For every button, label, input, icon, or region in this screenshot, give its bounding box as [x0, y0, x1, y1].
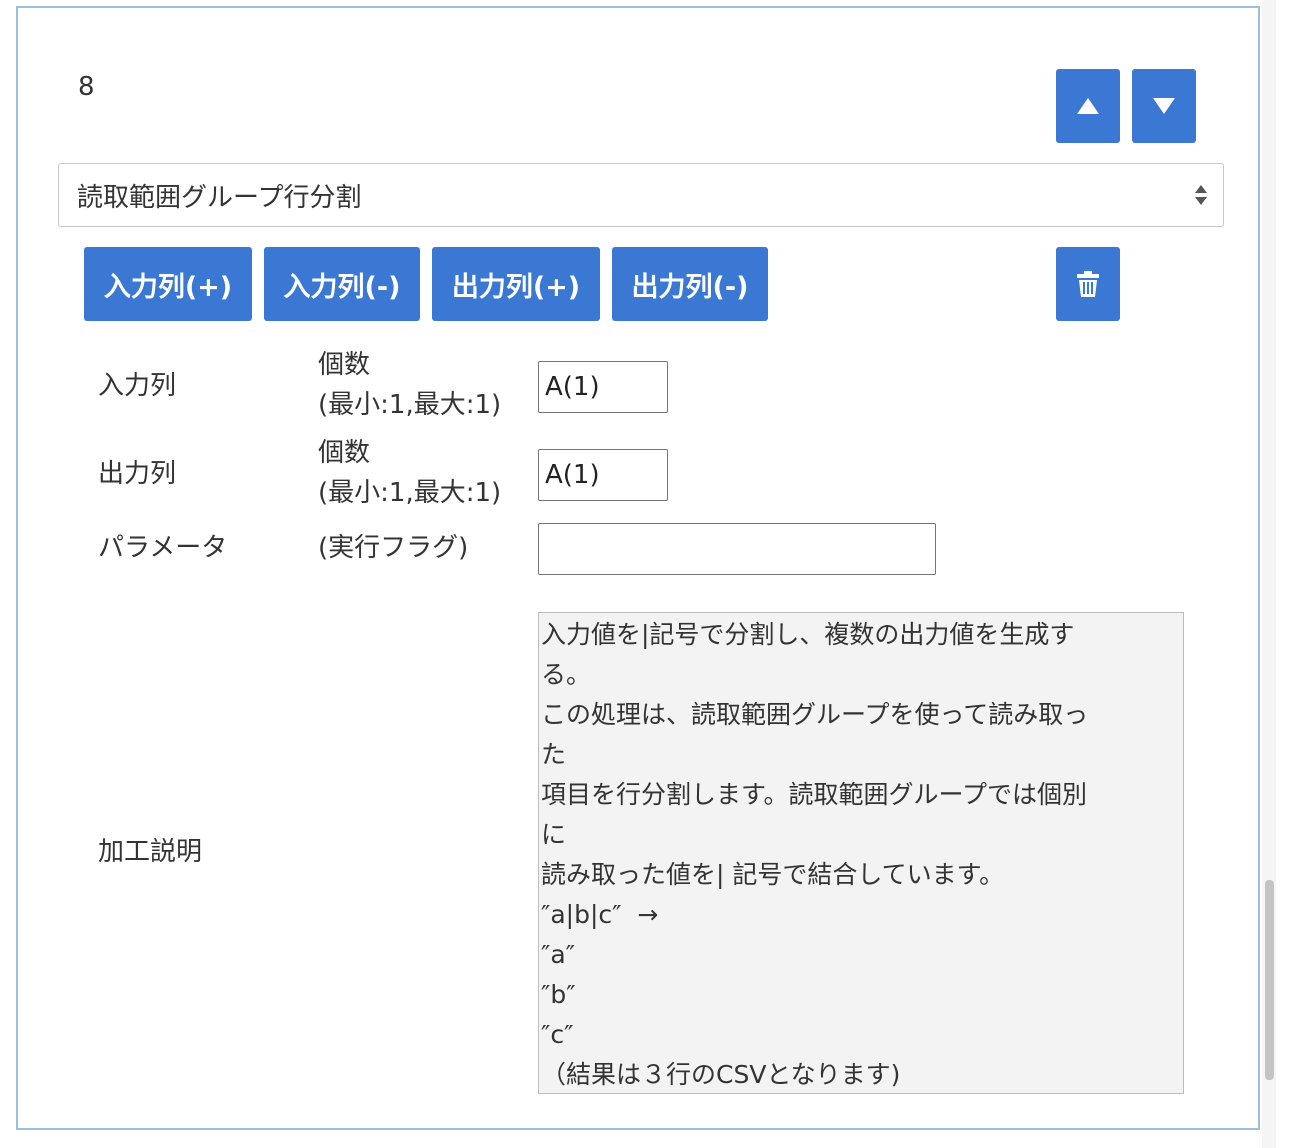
add-input-column-button[interactable]: 入力列(+)	[84, 247, 252, 321]
step-number: 8	[78, 72, 95, 102]
parameter-label: パラメータ	[98, 533, 228, 563]
output-column-count-label: 個数	[318, 438, 371, 468]
select-arrows-icon	[1195, 185, 1207, 205]
remove-input-column-button[interactable]: 入力列(-)	[264, 247, 420, 321]
parameter-sub-label: (実行フラグ)	[318, 533, 469, 563]
input-column-count-label: 個数	[318, 350, 371, 380]
move-up-button[interactable]	[1056, 69, 1120, 143]
output-column-label: 出力列	[98, 459, 177, 489]
input-column-label: 入力列	[98, 371, 177, 401]
move-down-button[interactable]	[1132, 69, 1196, 143]
description-textarea[interactable]: 入力値を|記号で分割し、複数の出力値を生成す る。 この処理は、読取範囲グループ…	[538, 612, 1184, 1094]
add-output-column-button[interactable]: 出力列(+)	[432, 247, 600, 321]
delete-step-button[interactable]	[1056, 247, 1120, 321]
parameter-input[interactable]	[538, 523, 936, 575]
input-column-field[interactable]	[538, 361, 668, 413]
trash-icon	[1077, 271, 1099, 297]
input-column-range-label: (最小:1,最大:1)	[318, 390, 502, 420]
remove-output-column-button[interactable]: 出力列(-)	[612, 247, 768, 321]
process-type-select[interactable]: 読取範囲グループ行分割	[58, 163, 1224, 227]
triangle-down-icon	[1153, 98, 1175, 114]
process-type-value: 読取範囲グループ行分割	[77, 182, 362, 213]
output-column-field[interactable]	[538, 449, 668, 501]
output-column-range-label: (最小:1,最大:1)	[318, 478, 502, 508]
triangle-up-icon	[1077, 98, 1099, 114]
scrollbar-thumb[interactable]	[1265, 880, 1274, 1080]
description-label: 加工説明	[98, 837, 203, 867]
